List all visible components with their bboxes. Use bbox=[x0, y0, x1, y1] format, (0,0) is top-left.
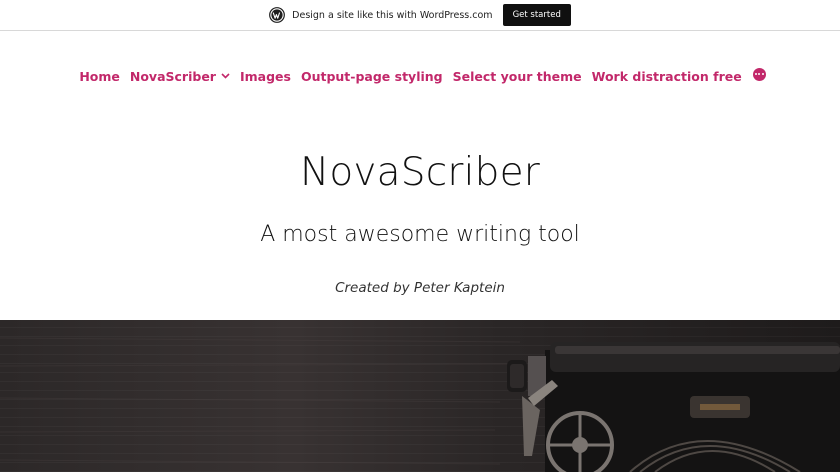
nav-item-select-your-theme[interactable]: Select your theme bbox=[453, 69, 582, 84]
nav-item-work-distraction-free[interactable]: Work distraction free bbox=[592, 69, 742, 84]
site-tagline: A most awesome writing tool bbox=[260, 222, 580, 247]
site-byline: Created by Peter Kaptein bbox=[335, 280, 505, 296]
nav-item-images[interactable]: Images bbox=[240, 69, 291, 84]
nav-item-output-page-styling[interactable]: Output-page styling bbox=[301, 69, 443, 84]
nav-item-label: NovaScriber bbox=[129, 68, 216, 84]
typewriter-illustration bbox=[0, 337, 840, 472]
main-navigation: Home NovaScriber Images Output-page styl… bbox=[0, 64, 840, 88]
site-title[interactable]: NovaScriber bbox=[0, 150, 840, 195]
hero-image bbox=[0, 320, 840, 472]
wordpress-promo-bar: Design a site like this with WordPress.c… bbox=[0, 0, 840, 31]
wordpress-logo-icon[interactable] bbox=[269, 7, 286, 23]
promo-text[interactable]: Design a site like this with WordPress.c… bbox=[292, 10, 492, 21]
chevron-down-icon[interactable] bbox=[221, 73, 230, 79]
nav-item-novascriber[interactable]: NovaScriber bbox=[130, 69, 230, 84]
nav-item-home[interactable]: Home bbox=[79, 69, 120, 84]
more-horizontal-icon[interactable] bbox=[752, 67, 766, 81]
get-started-button[interactable]: Get started bbox=[502, 4, 571, 26]
